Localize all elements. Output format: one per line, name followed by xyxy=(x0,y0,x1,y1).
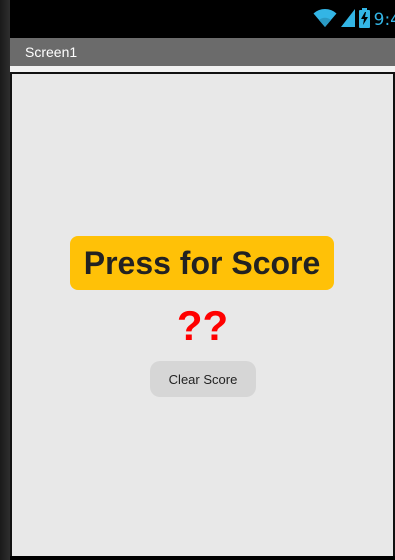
screen-title: Screen1 xyxy=(25,44,78,60)
phone-device: 9:4 Screen1 Press for Score ?? Clear Sco… xyxy=(0,0,395,560)
score-label: ?? xyxy=(176,302,229,349)
status-bar: 9:4 xyxy=(10,0,395,38)
signal-icon xyxy=(340,8,355,32)
status-time: 9:4 xyxy=(373,10,395,30)
app-title-bar: Screen1 xyxy=(10,38,395,66)
battery-charging-icon xyxy=(358,7,370,33)
clear-score-button[interactable]: Clear Score xyxy=(150,361,256,397)
screen-content: Press for Score ?? Clear Score xyxy=(10,72,395,560)
status-icons: 9:4 xyxy=(313,7,395,33)
bottom-edge xyxy=(10,556,395,560)
wifi-icon xyxy=(313,8,337,33)
press-for-score-button[interactable]: Press for Score xyxy=(70,236,334,290)
device-bezel xyxy=(0,0,10,560)
